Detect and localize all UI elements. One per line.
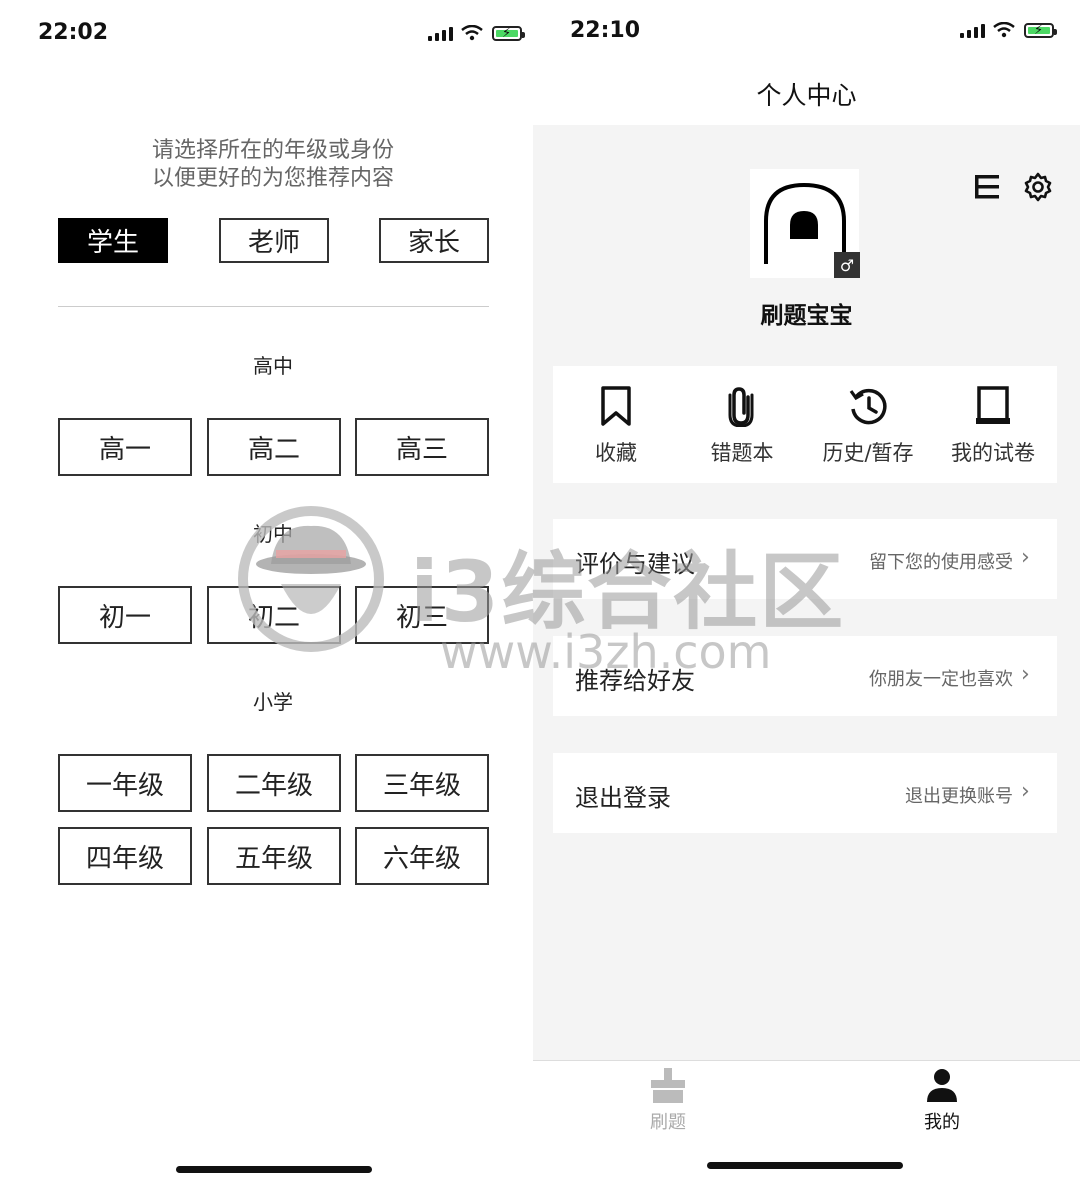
battery-icon: ⚡ [1024, 23, 1057, 38]
paperclip-icon [728, 387, 754, 428]
settings-gear-icon[interactable] [1022, 171, 1054, 203]
chevron-right-icon: › [1021, 779, 1030, 804]
section-title-middle: 初中 [253, 522, 293, 546]
row-subtitle: 退出更换账号 [905, 786, 1013, 807]
tab-label: 我的 [924, 1112, 960, 1133]
home-indicator [707, 1162, 903, 1169]
role-student-button[interactable]: 学生 [58, 218, 168, 263]
tab-practice[interactable]: 刷题 [618, 1066, 718, 1134]
signal-icon [960, 24, 985, 38]
status-time: 22:10 [570, 18, 641, 43]
chevron-right-icon: › [1021, 545, 1030, 570]
tool-label: 历史/暂存 [822, 441, 914, 465]
section-title-high: 高中 [253, 354, 293, 378]
grade-button[interactable]: 三年级 [355, 754, 489, 812]
grade-button[interactable]: 初一 [58, 586, 192, 644]
grade-button[interactable]: 高三 [355, 418, 489, 476]
grade-button[interactable]: 五年级 [207, 827, 341, 885]
home-indicator [176, 1166, 372, 1173]
tool-label: 收藏 [595, 441, 637, 465]
wifi-icon [993, 22, 1015, 38]
grade-button[interactable]: 二年级 [207, 754, 341, 812]
tab-label: 刷题 [650, 1112, 686, 1133]
history-icon [849, 388, 887, 425]
status-time: 22:02 [38, 20, 109, 45]
grade-button[interactable]: 四年级 [58, 827, 192, 885]
tool-label: 我的试卷 [951, 441, 1035, 465]
tool-label: 错题本 [710, 441, 774, 465]
grade-button[interactable]: 高一 [58, 418, 192, 476]
role-teacher-button[interactable]: 老师 [219, 218, 329, 263]
wifi-icon [461, 25, 483, 41]
person-icon [927, 1069, 957, 1102]
divider [58, 306, 489, 307]
prompt-line-1: 请选择所在的年级或身份 [151, 138, 394, 163]
grade-button[interactable]: 六年级 [355, 827, 489, 885]
tool-my-papers[interactable]: 我的试卷 [928, 385, 1058, 467]
role-parent-button[interactable]: 家长 [379, 218, 489, 263]
grade-button[interactable]: 高二 [207, 418, 341, 476]
grade-button[interactable]: 初二 [207, 586, 341, 644]
tool-favorites[interactable]: 收藏 [551, 385, 681, 467]
row-subtitle: 你朋友一定也喜欢 [869, 669, 1013, 690]
practice-icon [651, 1068, 685, 1103]
prompt-text: 请选择所在的年级或身份 以便更好的为您推荐内容 [58, 137, 488, 193]
battery-icon: ⚡ [492, 26, 525, 41]
tool-mistakes[interactable]: 错题本 [677, 385, 807, 467]
prompt-line-2: 以便更好的为您推荐内容 [151, 166, 394, 191]
row-title: 退出登录 [575, 784, 671, 812]
row-title: 推荐给好友 [575, 667, 695, 695]
section-title-primary: 小学 [253, 690, 293, 714]
paper-icon [976, 386, 1010, 424]
grade-button[interactable]: 初三 [355, 586, 489, 644]
signal-icon [428, 27, 453, 41]
tabbar-divider [533, 1060, 1080, 1061]
row-title: 评价与建议 [575, 550, 695, 578]
gender-badge: ♂ [834, 252, 860, 278]
tool-history[interactable]: 历史/暂存 [803, 385, 933, 467]
grade-button[interactable]: 一年级 [58, 754, 192, 812]
tab-mine[interactable]: 我的 [892, 1066, 992, 1134]
page-title: 个人中心 [756, 81, 857, 110]
chevron-right-icon: › [1021, 662, 1030, 687]
bookmark-icon [601, 386, 631, 426]
nickname: 刷题宝宝 [760, 303, 853, 329]
row-subtitle: 留下您的使用感受 [869, 552, 1013, 573]
menu-icon[interactable] [972, 172, 1002, 202]
